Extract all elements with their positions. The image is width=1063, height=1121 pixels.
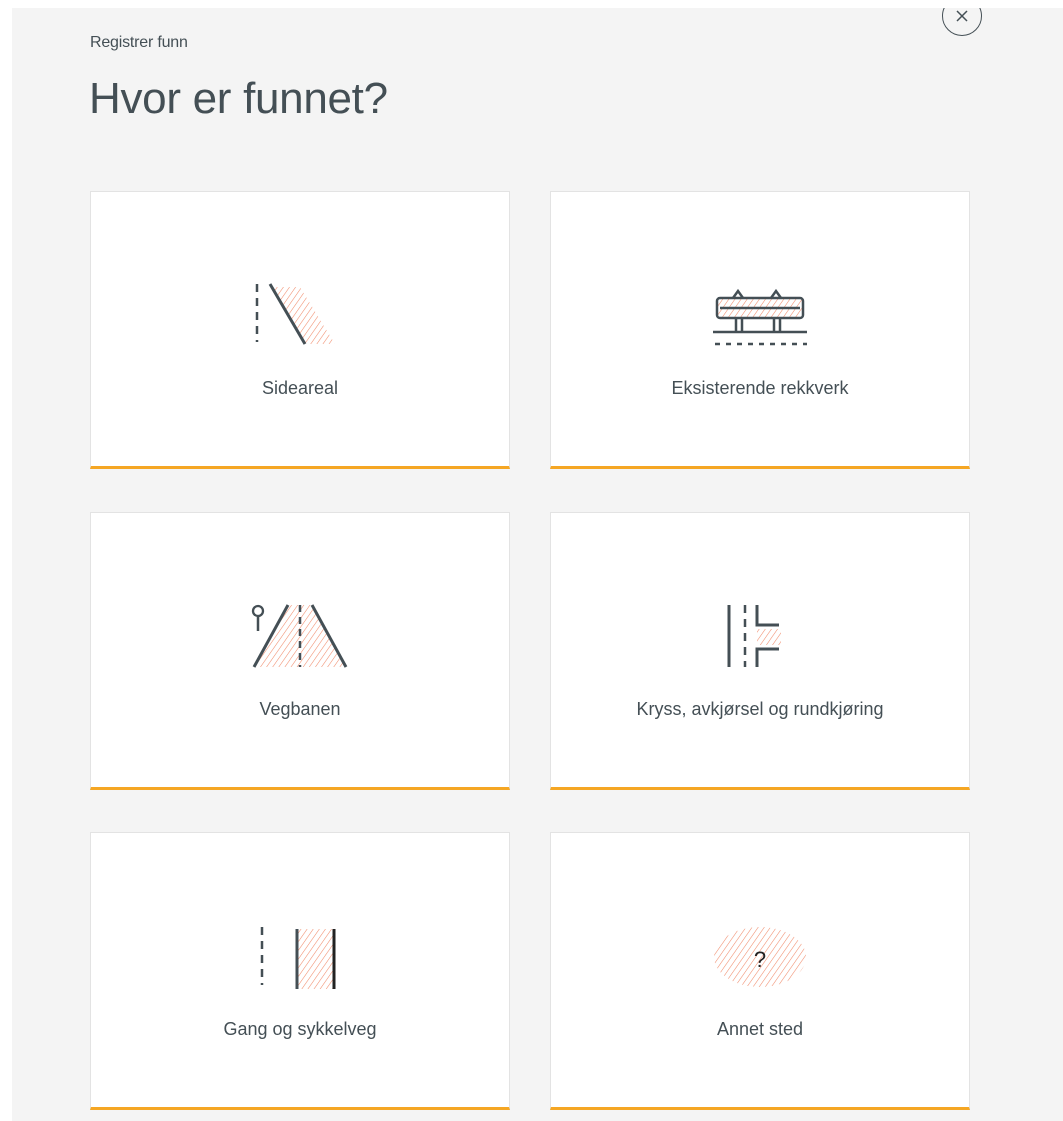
bike-path-icon (260, 927, 336, 989)
option-label: Vegbanen (259, 699, 341, 719)
option-label: Sideareal (261, 378, 339, 398)
option-card-vegbanen[interactable]: Vegbanen (90, 512, 510, 790)
option-card-gang-og-sykkelveg[interactable]: Gang og sykkelveg (90, 832, 510, 1110)
close-button[interactable] (942, 8, 982, 36)
guardrail-icon (713, 288, 807, 346)
option-card-kryss[interactable]: Kryss, avkjørsel og rundkjøring (550, 512, 970, 790)
option-card-eksisterende-rekkverk[interactable]: Eksisterende rekkverk (550, 191, 970, 469)
option-label: Eksisterende rekkverk (671, 378, 849, 398)
option-label: Gang og sykkelveg (223, 1019, 377, 1039)
sideareal-icon (255, 283, 335, 345)
roadway-icon (251, 604, 348, 668)
option-card-annet-sted[interactable]: ? Annet sted (550, 832, 970, 1110)
intersection-icon (727, 605, 781, 667)
breadcrumb: Registrer funn (90, 34, 188, 51)
close-icon (956, 10, 968, 22)
register-find-panel: Registrer funn Hvor er funnet? Sideareal (12, 8, 1063, 1121)
page-title: Hvor er funnet? (89, 74, 388, 123)
option-label: Annet sted (716, 1019, 804, 1039)
svg-text:?: ? (754, 947, 766, 972)
other-place-icon: ? (714, 927, 806, 987)
option-card-sideareal[interactable]: Sideareal (90, 191, 510, 469)
option-label: Kryss, avkjørsel og rundkjøring (636, 699, 884, 719)
